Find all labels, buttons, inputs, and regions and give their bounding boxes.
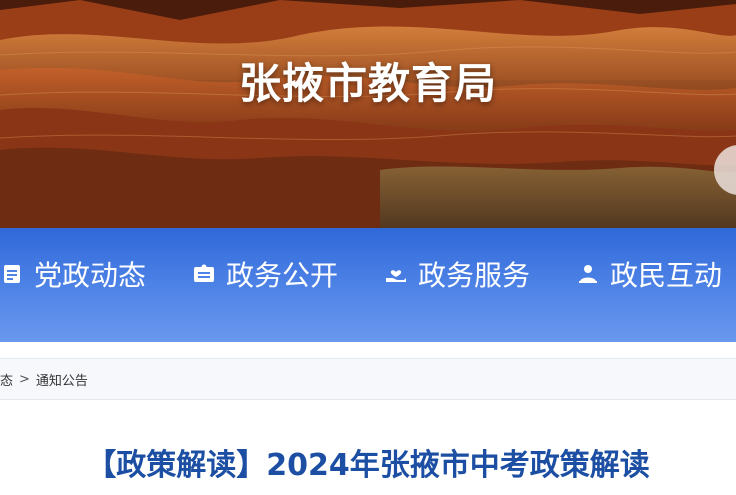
id-card-icon — [192, 262, 216, 286]
nav-item-gov-affairs[interactable]: 政务公开 — [192, 254, 338, 294]
nav-label: 政务服务 — [418, 259, 531, 292]
nav-label: 政务公开 — [226, 259, 339, 292]
article-title: 【政策解读】2024年张掖市中考政策解读 — [86, 448, 650, 483]
nav-item-public-interaction[interactable]: 政民互动 — [576, 254, 722, 294]
breadcrumb: 态 > 通知公告 — [0, 358, 736, 400]
nav-item-gov-services[interactable]: 政务服务 — [384, 254, 530, 294]
breadcrumb-prev-link[interactable]: 态 — [0, 370, 13, 389]
landscape-image — [0, 0, 736, 228]
header-banner: 张掖市教育局 — [0, 0, 736, 228]
nav-item-party-news[interactable]: 党政动态 — [0, 254, 146, 294]
site-title: 张掖市教育局 — [238, 59, 497, 108]
breadcrumb-separator: > — [19, 371, 30, 387]
document-icon — [0, 262, 24, 286]
hand-heart-icon — [384, 262, 408, 286]
main-nav: 党政动态 政务公开 政务服务 政民互动 — [0, 228, 736, 342]
breadcrumb-current-link[interactable]: 通知公告 — [36, 370, 88, 389]
person-icon — [576, 262, 600, 286]
nav-label: 政民互动 — [610, 259, 723, 292]
nav-label: 党政动态 — [34, 259, 147, 292]
